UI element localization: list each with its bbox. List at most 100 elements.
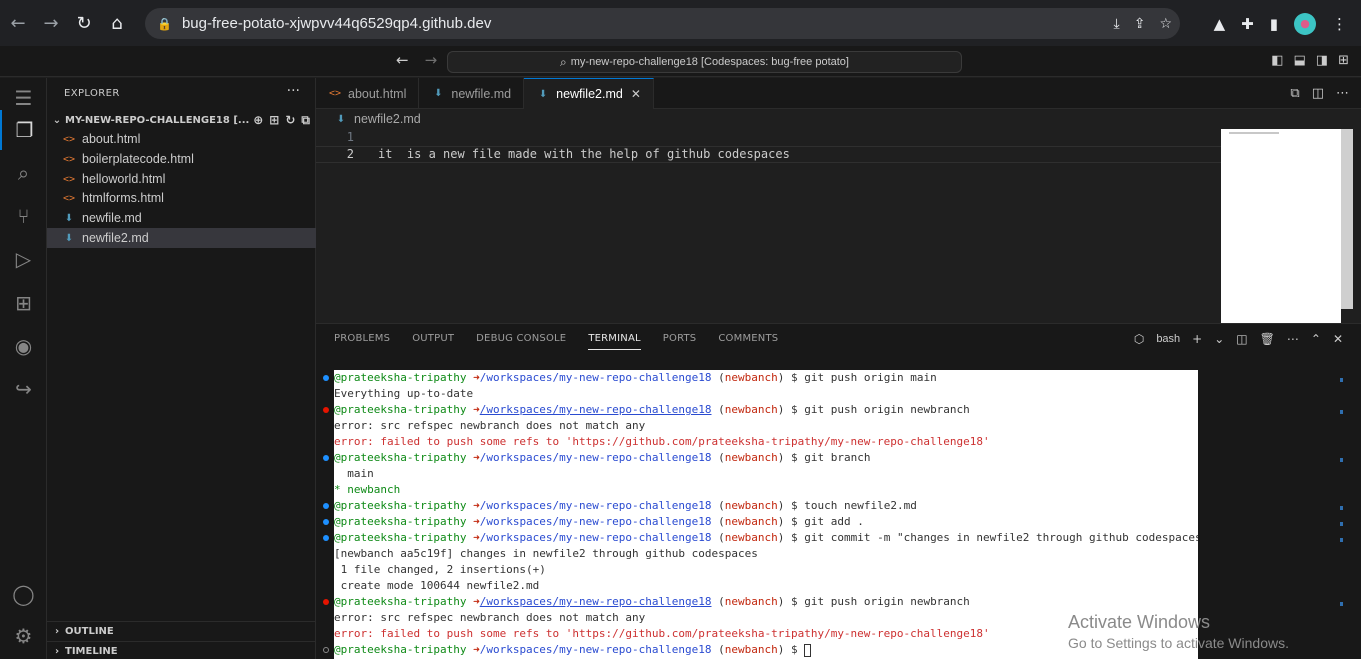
accounts-icon[interactable]: ◯ (0, 574, 47, 614)
terminal-output-line: * newbanch (334, 483, 401, 496)
github-icon[interactable]: ◉ (0, 326, 47, 366)
prompt-dollar: $ (784, 371, 805, 384)
command-success-decoration[interactable] (323, 519, 329, 525)
extensions-icon[interactable]: ⊞ (0, 283, 47, 323)
drive-icon[interactable]: ▲ (1214, 15, 1226, 33)
prompt-arrow: ➜ (473, 403, 480, 416)
editor-scrollbar[interactable] (1341, 129, 1353, 309)
prompt-dollar: $ (784, 643, 805, 656)
breadcrumb-file[interactable]: newfile2.md (354, 112, 421, 126)
editor-line[interactable]: 1 (316, 130, 1221, 147)
prompt-branch-open: ( (711, 643, 725, 656)
extensions-puzzle-icon[interactable]: ✚ (1241, 15, 1254, 33)
timeline-section[interactable]: › TIMELINE (47, 641, 316, 659)
customize-layout-icon[interactable]: ⊞ (1338, 53, 1349, 68)
explorer-more-actions[interactable]: ··· (287, 83, 300, 99)
editor-line[interactable]: 2 it is a new file made with the help of… (316, 146, 1221, 163)
workspace-folder[interactable]: ⌄ MY-NEW-REPO-CHALLENGE18 [... ⊕ ⊞ ↻ ⧉ (47, 110, 316, 130)
prompt-user: @prateeksha-tripathy (334, 499, 467, 512)
breadcrumb[interactable]: ⬇ newfile2.md (316, 109, 1221, 129)
scroll-mark (1340, 410, 1343, 414)
url-text[interactable]: bug-free-potato-xjwpvv44q6529qp4.github.… (182, 15, 491, 32)
go-forward-icon[interactable]: → (425, 51, 438, 69)
tab-terminal[interactable]: TERMINAL (588, 333, 641, 350)
toggle-panel-icon[interactable]: ⬓ (1294, 53, 1306, 68)
file-item-about-html[interactable]: <> about.html (47, 129, 316, 149)
tab-output[interactable]: OUTPUT (412, 333, 454, 350)
go-back-icon[interactable]: ← (396, 51, 409, 69)
prompt-path-link[interactable]: /workspaces/my-new-repo-challenge18 (480, 595, 712, 608)
tab-ports[interactable]: PORTS (663, 333, 697, 350)
profile-avatar[interactable]: ● (1294, 12, 1316, 35)
trash-icon[interactable]: 🗑 (1260, 332, 1275, 346)
chrome-menu-icon[interactable]: ⋮ (1332, 15, 1347, 33)
remote-explorer-icon[interactable]: ↪ (0, 369, 47, 409)
command-success-decoration[interactable] (323, 375, 329, 381)
prompt-dollar: $ (784, 403, 805, 416)
code-editor[interactable]: 1 2 it is a new file made with the help … (316, 129, 1221, 323)
tab-about-html[interactable]: <> about.html (316, 78, 420, 109)
prompt-path: /workspaces/my-new-repo-challenge18 (479, 515, 712, 528)
prompt-dollar: $ (784, 515, 805, 528)
minimap[interactable] (1221, 129, 1341, 323)
terminal-prompt-line: @prateeksha-tripathy ➜/workspaces/my-new… (334, 403, 1198, 419)
share-icon[interactable]: ⇪ (1134, 16, 1146, 32)
close-icon[interactable]: ✕ (631, 87, 641, 101)
split-editor-icon[interactable]: ◫ (1312, 86, 1324, 101)
bookmark-star-icon[interactable]: ☆ (1159, 16, 1172, 32)
command-pending-decoration[interactable] (323, 647, 329, 653)
install-app-icon[interactable]: ⤓ (1114, 16, 1120, 32)
collapse-all-icon[interactable]: ⧉ (301, 113, 310, 128)
new-file-icon[interactable]: ⊕ (253, 113, 263, 127)
file-item-newfile-md[interactable]: ⬇ newfile.md (47, 208, 316, 228)
maximize-panel-icon[interactable]: ⌃ (1311, 332, 1321, 346)
search-icon[interactable]: ⌕ (0, 153, 47, 193)
terminal-name[interactable]: bash (1156, 333, 1180, 345)
split-terminal-icon[interactable]: ◫ (1236, 332, 1247, 346)
explorer-icon[interactable]: ❐ (0, 110, 47, 150)
reload-icon[interactable]: ↻ (69, 8, 99, 38)
more-actions-icon[interactable]: ⋯ (1336, 86, 1349, 101)
command-success-decoration[interactable] (323, 455, 329, 461)
settings-gear-icon[interactable]: ⚙ (0, 616, 47, 656)
toggle-secondary-sidebar-icon[interactable]: ◨ (1316, 53, 1328, 68)
command-success-decoration[interactable] (323, 503, 329, 509)
toggle-primary-sidebar-icon[interactable]: ◧ (1271, 53, 1283, 68)
new-folder-icon[interactable]: ⊞ (269, 113, 279, 127)
file-item-newfile2-md[interactable]: ⬇ newfile2.md (47, 228, 316, 248)
outline-section[interactable]: › OUTLINE (47, 621, 316, 641)
chevron-down-icon[interactable]: ⌄ (1214, 332, 1224, 346)
tab-debug-console[interactable]: DEBUG CONSOLE (476, 333, 566, 350)
file-item-boilerplatecode-html[interactable]: <> boilerplatecode.html (47, 149, 316, 169)
command-center[interactable]: ⌕ my-new-repo-challenge18 [Codespaces: b… (447, 51, 962, 73)
prompt-dollar: $ (784, 531, 805, 544)
file-item-helloworld-html[interactable]: <> helloworld.html (47, 169, 316, 189)
side-panel-icon[interactable]: ▮ (1270, 15, 1278, 33)
tab-newfile2-md[interactable]: ⬇ newfile2.md ✕ (524, 78, 654, 109)
tab-newfile-md[interactable]: ⬇ newfile.md (419, 78, 525, 109)
prompt-branch: newbanch (724, 515, 778, 528)
command-failed-decoration[interactable] (323, 407, 329, 413)
run-debug-icon[interactable]: ▷ (0, 239, 47, 279)
command-success-decoration[interactable] (323, 535, 329, 541)
source-control-icon[interactable]: ⑂ (0, 196, 47, 236)
tab-comments[interactable]: COMMENTS (718, 333, 778, 350)
terminal-scrollbar[interactable] (1340, 370, 1344, 659)
tab-problems[interactable]: PROBLEMS (334, 333, 390, 350)
more-actions-icon[interactable]: ⋯ (1287, 332, 1299, 346)
home-icon[interactable]: ⌂ (102, 8, 132, 38)
scroll-mark (1340, 522, 1343, 526)
workspace-folder-label: MY-NEW-REPO-CHALLENGE18 [... (65, 114, 250, 126)
open-preview-icon[interactable]: ⧉ (1290, 86, 1299, 101)
line-number: 2 (346, 147, 354, 161)
line-content[interactable]: it is a new file made with the help of g… (378, 147, 790, 161)
prompt-path-link[interactable]: /workspaces/my-new-repo-challenge18 (480, 403, 712, 416)
address-bar[interactable]: 🔒 bug-free-potato-xjwpvv44q6529qp4.githu… (145, 8, 1180, 39)
back-arrow-icon[interactable]: ← (3, 8, 33, 38)
forward-arrow-icon[interactable]: → (36, 8, 66, 38)
close-panel-icon[interactable]: ✕ (1333, 332, 1343, 346)
command-failed-decoration[interactable] (323, 599, 329, 605)
file-item-htmlforms-html[interactable]: <> htmlforms.html (47, 188, 316, 208)
refresh-icon[interactable]: ↻ (285, 113, 295, 127)
new-terminal-icon[interactable]: + (1192, 332, 1202, 346)
